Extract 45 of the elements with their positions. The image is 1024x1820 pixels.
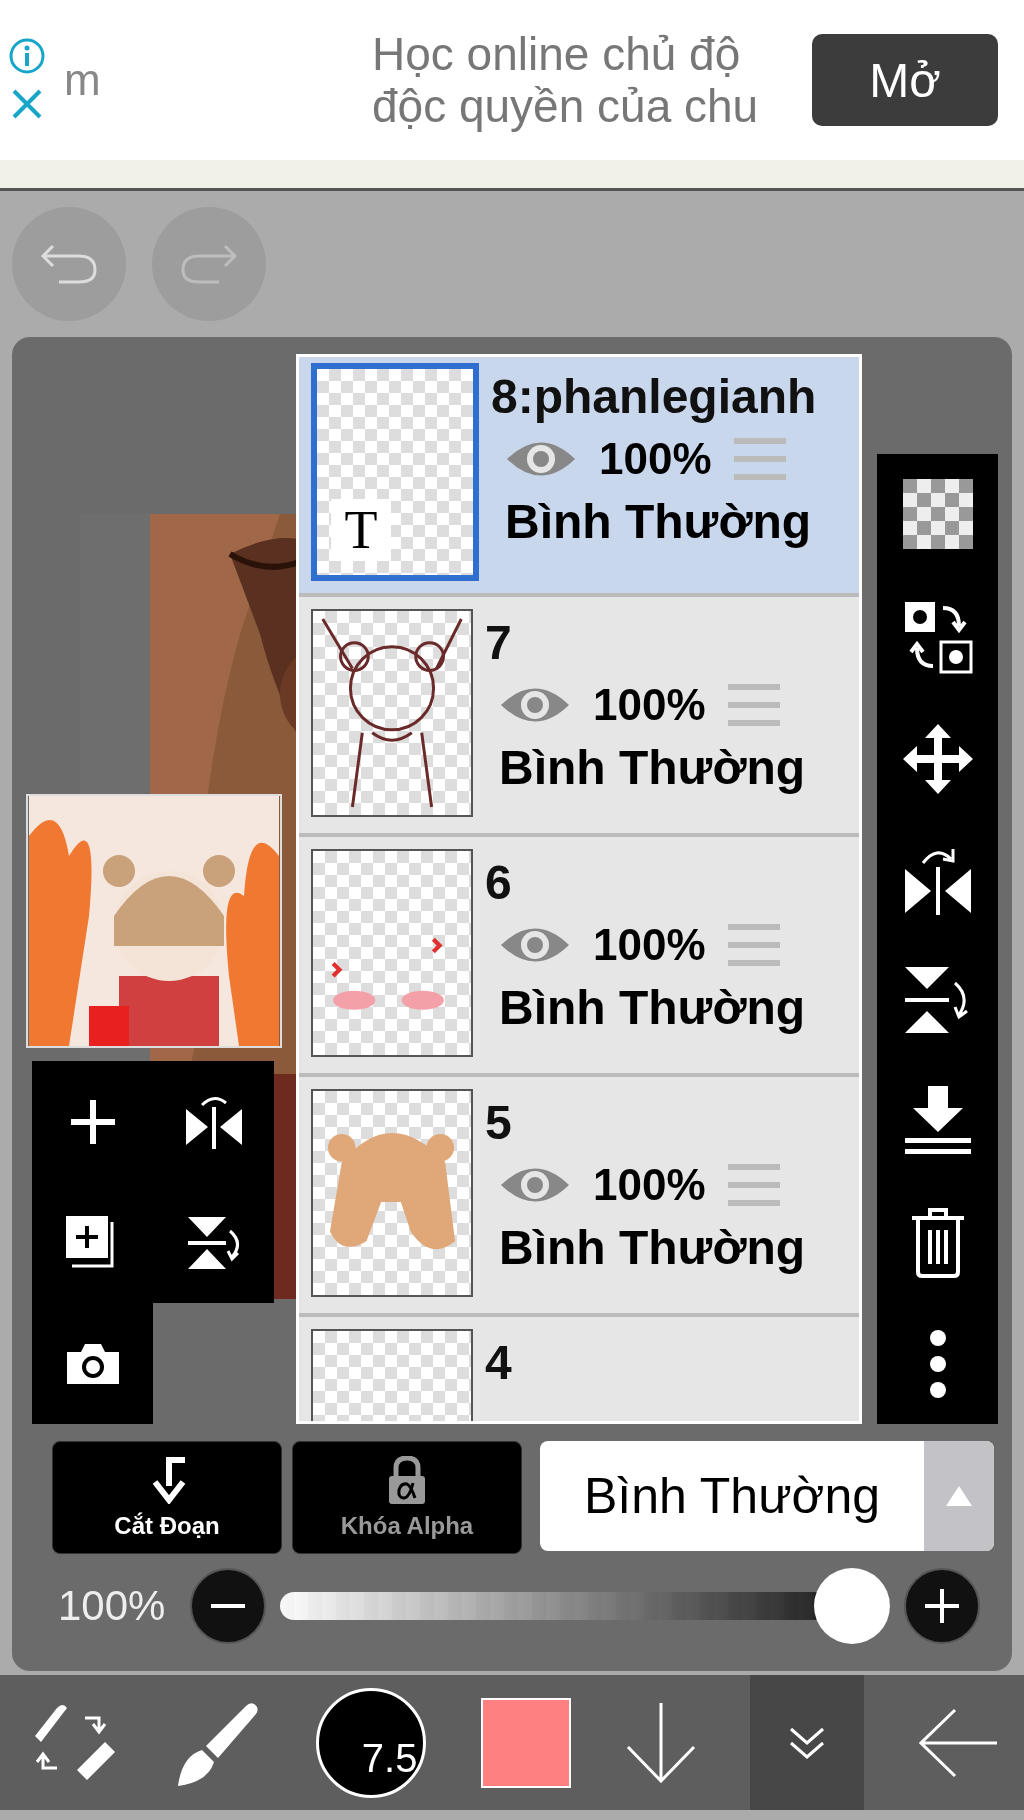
opacity-slider[interactable]: [280, 1568, 890, 1644]
layer-row[interactable]: 5 100% Bình Thường: [299, 1077, 859, 1313]
swap-icon[interactable]: [902, 599, 973, 674]
info-icon[interactable]: [8, 37, 46, 75]
layer-row[interactable]: 6 100% Bình Thường: [299, 837, 859, 1073]
color-swatch[interactable]: [480, 1697, 571, 1788]
layer-blend-mode: Bình Thường: [498, 1220, 806, 1275]
layer-opacity: 100%: [593, 920, 706, 970]
text-layer-glyph: T: [331, 499, 391, 561]
move-icon[interactable]: [902, 724, 973, 795]
layer-blend-mode: Bình Thường: [504, 494, 812, 549]
down-arrow-icon[interactable]: [625, 1702, 696, 1783]
drag-handle-icon[interactable]: [727, 922, 780, 968]
brush-size-button[interactable]: 7.5: [316, 1687, 427, 1798]
layer-opacity: 100%: [593, 680, 706, 730]
layer-name: 5: [485, 1095, 512, 1150]
layer-opacity: 100%: [599, 434, 712, 484]
layer-name: 6: [485, 855, 512, 910]
clipping-button[interactable]: Cắt Đoạn: [52, 1441, 282, 1554]
camera-button[interactable]: [32, 1303, 153, 1424]
lock-icon[interactable]: [387, 1455, 427, 1504]
layer-blend-mode: Bình Thường: [498, 980, 806, 1035]
drag-handle-icon[interactable]: [727, 682, 780, 728]
layer-row[interactable]: T 8:phanlegianh 100% Bình Thường: [299, 357, 859, 593]
back-arrow-icon[interactable]: [918, 1707, 997, 1778]
opacity-value: 100%: [58, 1582, 167, 1630]
layer-row[interactable]: 7 100% Bình Thường: [299, 597, 859, 833]
transparency-icon[interactable]: [902, 479, 973, 550]
drag-handle-icon[interactable]: [733, 436, 786, 482]
alpha-lock-button[interactable]: Khóa Alpha: [292, 1441, 522, 1554]
drag-handle-icon[interactable]: [727, 1162, 780, 1208]
open-button[interactable]: Mở: [812, 34, 998, 126]
more-icon[interactable]: [927, 1328, 948, 1399]
layer-name: 7: [485, 615, 512, 670]
ad-headline: Học online chủ độ độc quyền của chu: [372, 28, 759, 132]
layer-opacity: 100%: [593, 1160, 706, 1210]
layer-blend-mode: Bình Thường: [498, 740, 806, 795]
merge-down-icon[interactable]: [902, 1085, 973, 1156]
plus-icon[interactable]: [925, 1589, 959, 1623]
ad-label: m: [64, 55, 101, 105]
layer-name: 8:phanlegianh: [491, 369, 817, 424]
layer-name: 4: [485, 1335, 512, 1390]
blend-mode-dropdown[interactable]: Bình Thường: [540, 1441, 994, 1551]
layer-row[interactable]: 4: [299, 1317, 859, 1421]
camera-icon[interactable]: [64, 1341, 121, 1386]
